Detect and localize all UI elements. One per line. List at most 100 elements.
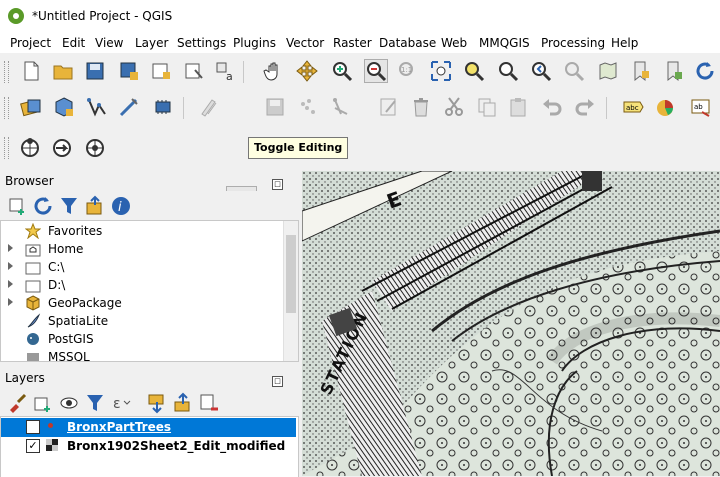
paste-features-icon[interactable] [507,96,529,118]
browser-item-geopackage[interactable]: GeoPackage [1,294,281,312]
layer-item-bronx1902sheet2[interactable]: ✓ Bronx1902Sheet2_Edit_modified [1,437,296,456]
zoom-in-icon[interactable] [331,60,353,82]
new-print-layout-icon[interactable] [150,60,172,82]
new-geopackage-layer-icon[interactable] [53,96,75,118]
menu-layer[interactable]: Layer [135,36,168,50]
menu-vector[interactable]: Vector [286,36,324,50]
zoom-full-icon[interactable] [430,60,452,82]
collapse-all-icon[interactable] [172,392,190,412]
browser-item-postgis[interactable]: PostGIS [1,330,281,348]
globe-pin-icon[interactable] [19,136,41,158]
current-edits-icon[interactable] [198,96,220,118]
layers-tree: ✓ BronxPartTrees ✓ Bronx1902Sheet2_Edit_… [0,416,299,477]
add-point-feature-icon[interactable] [297,96,319,118]
zoom-to-layer-icon[interactable] [497,60,519,82]
new-map-view-icon[interactable] [597,60,619,82]
map-canvas[interactable]: E STATION [302,171,720,476]
expand-arrow-icon[interactable] [8,244,13,252]
zoom-native-resolution-icon[interactable]: 1:1 [397,60,419,82]
menu-web[interactable]: Web [441,36,467,50]
manage-map-themes-icon[interactable] [58,392,78,410]
zoom-last-icon[interactable] [530,60,552,82]
pan-hand-icon[interactable] [263,60,285,82]
browser-scrollbar[interactable] [283,221,298,361]
browser-item-spatialite[interactable]: SpatiaLite [1,312,281,330]
panel-splitter[interactable] [0,361,297,367]
menu-edit[interactable]: Edit [62,36,85,50]
layer-diagram-icon[interactable] [655,96,677,118]
open-project-icon[interactable] [52,60,74,82]
menu-help[interactable]: Help [611,36,638,50]
zoom-out-icon[interactable] [364,59,388,83]
refresh-icon[interactable] [694,60,716,82]
undo-icon[interactable] [541,96,563,118]
menu-raster[interactable]: Raster [333,36,372,50]
add-group-icon[interactable] [32,392,50,412]
toolbar-grip[interactable] [4,137,9,159]
layer-visibility-checkbox[interactable]: ✓ [26,420,40,434]
menu-project[interactable]: Project [10,36,51,50]
menu-plugins[interactable]: Plugins [233,36,276,50]
save-layer-edits-icon[interactable] [264,96,286,118]
browser-item-favorites[interactable]: Favorites [1,222,281,240]
modify-attributes-icon[interactable] [378,96,400,118]
menu-settings[interactable]: Settings [177,36,226,50]
browser-item-c-drive[interactable]: C:\ [1,258,281,276]
expand-arrow-icon[interactable] [8,262,13,270]
scrollbar-thumb[interactable] [286,235,296,313]
info-icon[interactable]: i [110,195,130,215]
browser-item-home[interactable]: Home [1,240,281,258]
zoom-next-icon[interactable] [563,60,585,82]
browser-item-label: Favorites [48,224,103,238]
new-bookmark-icon[interactable] [630,60,652,82]
expand-arrow-icon[interactable] [8,298,13,306]
toolbar-separator [243,61,244,83]
data-source-manager-icon[interactable] [20,96,42,118]
add-selected-layers-icon[interactable] [6,195,24,215]
vertex-tool-icon[interactable] [331,96,353,118]
filter-legend-icon[interactable] [84,392,103,411]
toolbar-grip[interactable] [4,97,9,119]
refresh-icon[interactable] [32,195,52,215]
globe-network-icon[interactable] [84,136,106,158]
cut-features-icon[interactable] [443,96,465,118]
layer-labeling-icon[interactable]: abc [622,96,644,118]
redo-icon[interactable] [574,96,596,118]
toolbar-grip[interactable] [4,61,9,83]
layer-styling-icon[interactable] [6,392,27,413]
menu-mmqgis[interactable]: MMQGIS [479,36,530,50]
collapse-all-icon[interactable] [84,195,102,215]
save-project-icon[interactable] [84,60,106,82]
filter-icon[interactable] [58,195,77,214]
qgis-logo-icon [8,8,24,24]
float-panel-icon[interactable]: □ [272,179,283,190]
temporary-layer-icon[interactable] [152,96,174,118]
browser-item-label: D:\ [48,278,66,292]
expand-arrow-icon[interactable] [8,280,13,288]
show-bookmarks-icon[interactable] [663,60,685,82]
layer-visibility-checkbox[interactable]: ✓ [26,439,40,453]
zoom-to-selection-icon[interactable] [463,60,485,82]
digitize-line-icon[interactable] [118,96,140,118]
remove-layer-icon[interactable] [198,392,218,411]
menu-database[interactable]: Database [379,36,436,50]
browser-item-mssql[interactable]: MSSQL [1,348,281,361]
browser-item-d-drive[interactable]: D:\ [1,276,281,294]
style-manager-icon[interactable]: a [214,60,236,82]
menu-view[interactable]: View [95,36,123,50]
layout-manager-icon[interactable] [183,60,205,82]
new-project-icon[interactable] [20,60,42,82]
filter-by-expression-icon[interactable]: ε [110,392,131,412]
layer-item-bronxparktrees[interactable]: ✓ BronxPartTrees [1,418,296,437]
digitize-vertices-icon[interactable] [86,96,108,118]
globe-arrow-icon[interactable] [51,136,73,158]
pan-to-selection-icon[interactable] [296,60,318,82]
delete-selected-icon[interactable] [410,96,432,118]
label-toolbar-icon[interactable]: ab [690,96,712,118]
menu-processing[interactable]: Processing [541,36,605,50]
save-as-icon[interactable] [118,60,140,82]
window-title: *Untitled Project - QGIS [32,9,173,23]
expand-all-icon[interactable] [146,392,164,414]
float-panel-icon[interactable]: □ [272,376,283,387]
copy-features-icon[interactable] [476,96,498,118]
